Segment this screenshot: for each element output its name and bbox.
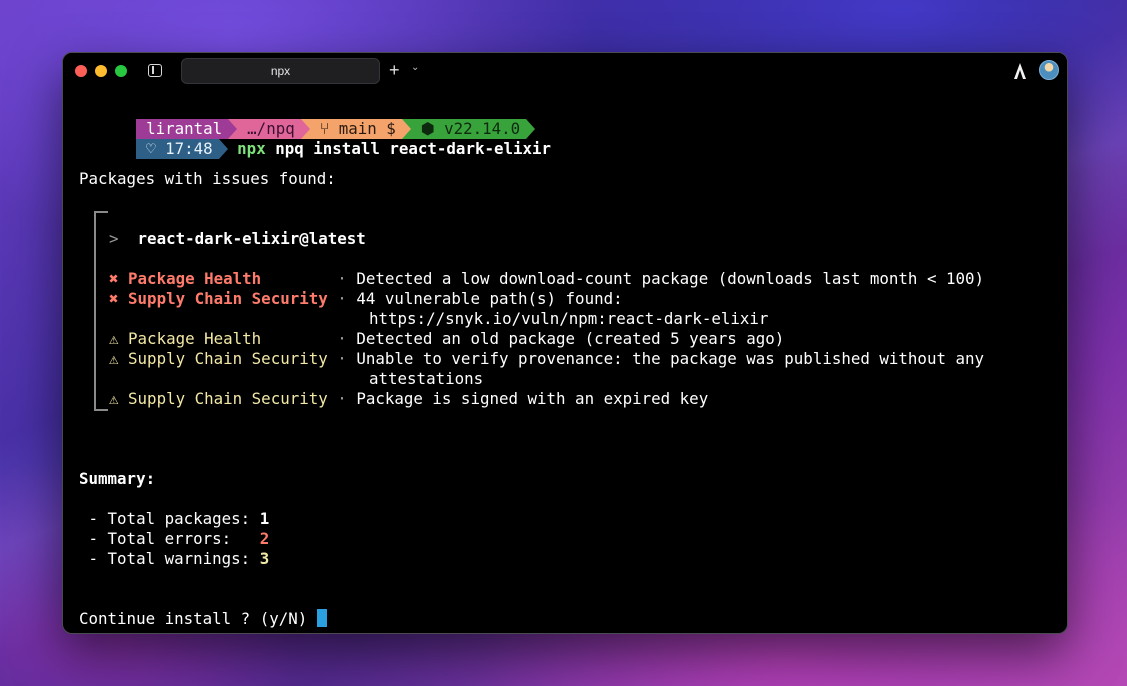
prompt-separator <box>218 139 228 159</box>
continue-question: Continue install ? (y/N) <box>79 609 317 628</box>
warning-icon: ⚠ <box>109 349 119 368</box>
summary-errors-value: 2 <box>259 529 270 548</box>
tab-title: npx <box>270 64 291 78</box>
warning-icon: ⚠ <box>109 329 119 348</box>
issue-message: 44 vulnerable path(s) found: <box>356 289 623 308</box>
title-bar: npx + ⌄ <box>63 53 1067 89</box>
package-name: react-dark-elixir@latest <box>137 229 366 248</box>
issue-message: Detected an old package (created 5 years… <box>356 329 785 348</box>
summary-errors-label: - Total errors: <box>79 529 260 548</box>
command-line: ♡ 17:48 npx npq install react-dark-elixi… <box>79 119 551 159</box>
app-logo-icon[interactable] <box>1013 62 1027 80</box>
issue-category: Supply Chain Security <box>128 389 328 408</box>
issue-separator: · <box>337 349 347 368</box>
avatar[interactable] <box>1039 60 1059 80</box>
continue-prompt[interactable]: Continue install ? (y/N) <box>79 609 327 629</box>
issue-separator: · <box>337 289 347 308</box>
issue-continuation[interactable]: https://snyk.io/vuln/npm:react-dark-elix… <box>369 309 768 329</box>
summary-warnings: - Total warnings: 3 <box>79 549 270 569</box>
sidebar-toggle-icon[interactable] <box>148 64 162 77</box>
issue-separator: · <box>337 269 347 288</box>
prompt-line: lirantal …/npq ⑂ main $ ⬢ v22.14.0 <box>79 99 536 139</box>
command-text: npq install react-dark-elixir <box>275 139 552 158</box>
terminal-window: npx + ⌄ lirantal …/npq ⑂ main $ ⬢ v22.14.0 … <box>62 52 1068 634</box>
error-icon: ✖ <box>109 289 119 308</box>
issue-separator: · <box>337 389 347 408</box>
issue-row: ✖ Supply Chain Security · 44 vulnerable … <box>109 289 623 309</box>
command-prefix: npx <box>237 139 266 158</box>
issue-continuation: attestations <box>369 369 484 388</box>
issue-category: Supply Chain Security <box>128 289 328 308</box>
tab-npx[interactable]: npx <box>181 58 380 84</box>
summary-warnings-value: 3 <box>259 549 270 568</box>
issue-row: ⚠ Supply Chain Security · Unable to veri… <box>109 349 984 369</box>
summary-packages-label: - Total packages: <box>79 509 260 528</box>
prompt-time: ♡ 17:48 <box>136 139 219 159</box>
report-bracket <box>94 211 96 411</box>
summary-title: Summary: <box>79 469 156 488</box>
package-marker-icon: > <box>109 229 119 248</box>
summary-warnings-label: - Total warnings: <box>79 549 260 568</box>
issue-message: Unable to verify provenance: the package… <box>356 349 985 368</box>
issue-category: Package Health <box>128 269 328 288</box>
report-bracket-bottom <box>94 409 108 411</box>
zoom-window-button[interactable] <box>115 65 127 77</box>
issues-header: Packages with issues found: <box>79 169 336 188</box>
close-window-button[interactable] <box>75 65 87 77</box>
summary-errors: - Total errors: 2 <box>79 529 270 549</box>
summary-packages-value: 1 <box>259 509 270 528</box>
issue-category: Package Health <box>128 329 328 348</box>
tab-menu-chevron-icon[interactable]: ⌄ <box>411 62 419 73</box>
new-tab-button[interactable]: + <box>389 60 400 80</box>
issue-message: Detected a low download-count package (d… <box>356 269 985 288</box>
issue-separator: · <box>337 329 347 348</box>
issue-row: ⚠ Supply Chain Security · Package is sig… <box>109 389 708 409</box>
warning-icon: ⚠ <box>109 389 119 408</box>
issue-category: Supply Chain Security <box>128 349 328 368</box>
issue-row: ⚠ Package Health · Detected an old packa… <box>109 329 784 349</box>
issue-row: ✖ Package Health · Detected a low downlo… <box>109 269 984 289</box>
report-bracket-top <box>94 211 108 213</box>
summary-packages: - Total packages: 1 <box>79 509 270 529</box>
terminal-output[interactable]: lirantal …/npq ⑂ main $ ⬢ v22.14.0 ♡ 17:48 … <box>79 99 1057 633</box>
issue-message: Package is signed with an expired key <box>356 389 709 408</box>
minimize-window-button[interactable] <box>95 65 107 77</box>
terminal-cursor[interactable] <box>316 609 327 627</box>
error-icon: ✖ <box>109 269 119 288</box>
package-line: > react-dark-elixir@latest <box>109 229 366 249</box>
